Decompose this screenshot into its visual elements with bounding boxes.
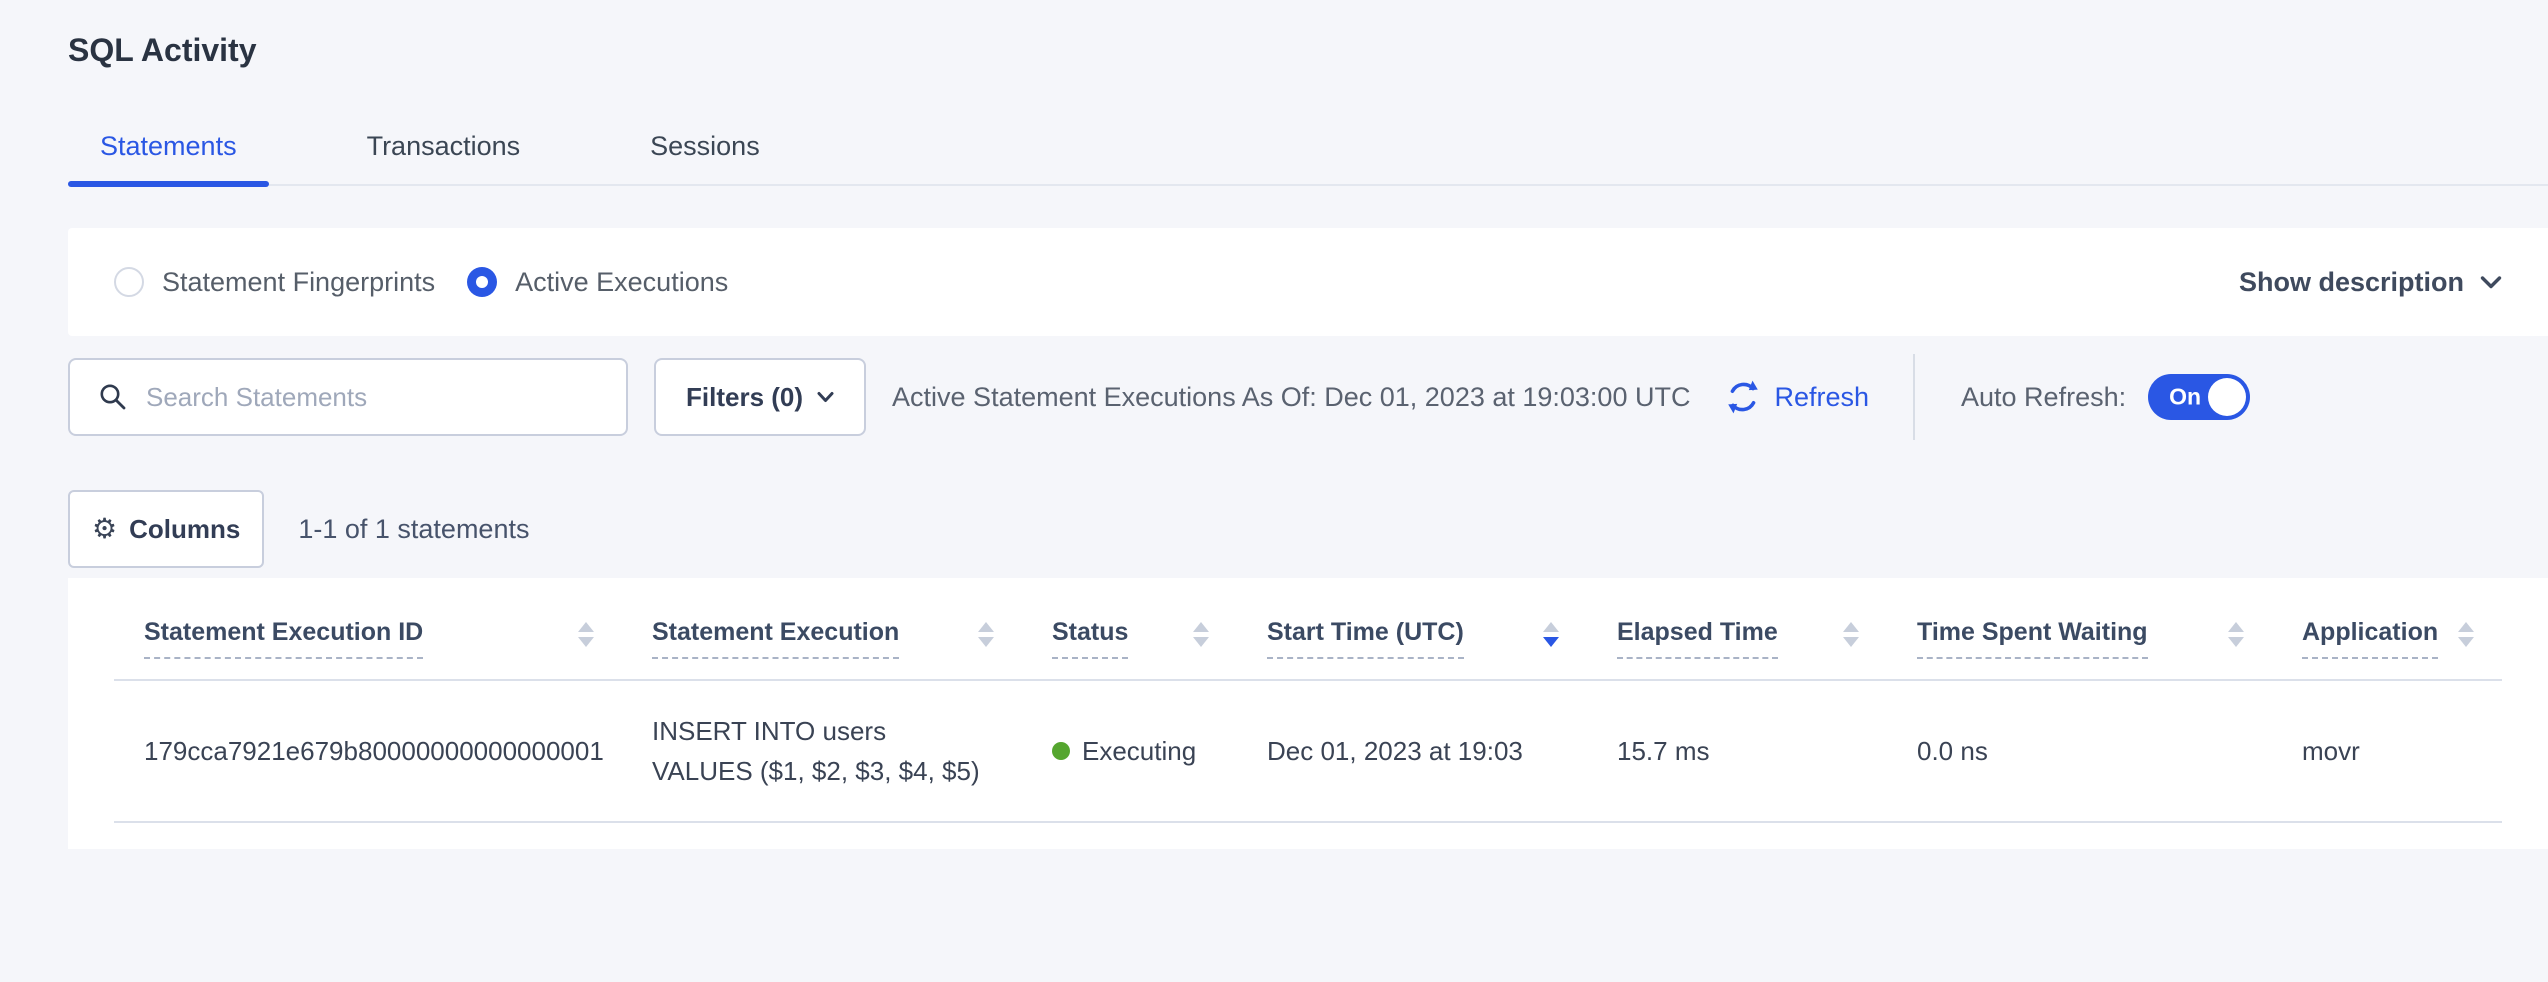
controls-row: Filters (0) Active Statement Executions …	[68, 358, 2548, 436]
result-count: 1-1 of 1 statements	[298, 514, 529, 545]
radio-active-executions[interactable]: Active Executions	[467, 267, 728, 298]
header-application[interactable]: Application	[2272, 604, 2502, 679]
radio-label: Active Executions	[515, 267, 728, 298]
page-title: SQL Activity	[68, 0, 2548, 69]
tab-sessions[interactable]: Sessions	[618, 107, 792, 184]
chevron-down-icon	[817, 391, 834, 403]
cell-execution-id[interactable]: 179cca7921e679b80000000000000001	[114, 736, 622, 767]
gear-icon: ⚙	[92, 515, 117, 543]
sort-icon[interactable]	[2228, 618, 2244, 647]
header-start-time[interactable]: Start Time (UTC)	[1237, 604, 1587, 679]
columns-row: ⚙ Columns 1-1 of 1 statements	[68, 490, 2548, 568]
header-elapsed-time[interactable]: Elapsed Time	[1587, 604, 1887, 679]
vertical-divider	[1913, 354, 1915, 440]
columns-button[interactable]: ⚙ Columns	[68, 490, 264, 568]
tab-statements[interactable]: Statements	[68, 107, 269, 184]
sort-icon-active-desc[interactable]	[1543, 618, 1559, 647]
search-input-container[interactable]	[68, 358, 628, 436]
radio-statement-fingerprints[interactable]: Statement Fingerprints	[114, 267, 435, 298]
search-input[interactable]	[146, 382, 566, 413]
search-icon	[98, 382, 128, 412]
sort-icon[interactable]	[978, 618, 994, 647]
cell-statement[interactable]: INSERT INTO users VALUES ($1, $2, $3, $4…	[622, 711, 1022, 791]
table-row: 179cca7921e679b80000000000000001 INSERT …	[114, 681, 2502, 823]
tab-transactions[interactable]: Transactions	[335, 107, 553, 184]
show-description-label: Show description	[2239, 267, 2464, 298]
cell-status: Executing	[1022, 736, 1237, 767]
sort-icon[interactable]	[1193, 618, 1209, 647]
as-of-text: Active Statement Executions As Of: Dec 0…	[892, 382, 1690, 413]
status-label: Executing	[1082, 736, 1196, 767]
sort-icon[interactable]	[578, 618, 594, 647]
cell-elapsed-time: 15.7 ms	[1587, 736, 1887, 767]
cell-time-spent-waiting: 0.0 ns	[1887, 736, 2272, 767]
toggle-state-label: On	[2169, 384, 2201, 411]
tab-bar: Statements Transactions Sessions	[68, 107, 2548, 186]
refresh-icon	[1724, 378, 1762, 416]
header-statement-execution[interactable]: Statement Execution	[622, 604, 1022, 679]
toggle-knob	[2208, 378, 2246, 416]
chevron-down-icon	[2480, 275, 2502, 290]
cell-start-time: Dec 01, 2023 at 19:03	[1237, 736, 1587, 767]
show-description-toggle[interactable]: Show description	[2239, 267, 2502, 298]
filters-button[interactable]: Filters (0)	[654, 358, 866, 436]
statements-table: Statement Execution ID Statement Executi…	[114, 578, 2502, 823]
radio-label: Statement Fingerprints	[162, 267, 435, 298]
filters-button-label: Filters (0)	[686, 382, 803, 413]
header-status[interactable]: Status	[1022, 604, 1237, 679]
statements-table-card: Statement Execution ID Statement Executi…	[68, 578, 2548, 849]
table-header-row: Statement Execution ID Statement Executi…	[114, 578, 2502, 681]
cell-application: movr	[2272, 736, 2502, 767]
header-statement-execution-id[interactable]: Statement Execution ID	[114, 604, 622, 679]
auto-refresh-toggle[interactable]: On	[2148, 374, 2250, 420]
view-mode-radio-group: Statement Fingerprints Active Executions	[114, 267, 728, 298]
header-time-spent-waiting[interactable]: Time Spent Waiting	[1887, 604, 2272, 679]
auto-refresh-label: Auto Refresh:	[1961, 382, 2126, 413]
refresh-button[interactable]: Refresh	[1724, 378, 1869, 416]
radio-selected-icon	[467, 267, 497, 297]
radio-unselected-icon	[114, 267, 144, 297]
sort-icon[interactable]	[1843, 618, 1859, 647]
view-mode-card: Statement Fingerprints Active Executions…	[68, 228, 2548, 336]
columns-button-label: Columns	[129, 514, 240, 545]
sort-icon[interactable]	[2458, 618, 2474, 647]
status-dot-icon	[1052, 742, 1070, 760]
refresh-label: Refresh	[1774, 382, 1869, 413]
sql-activity-page: SQL Activity Statements Transactions Ses…	[0, 0, 2548, 849]
